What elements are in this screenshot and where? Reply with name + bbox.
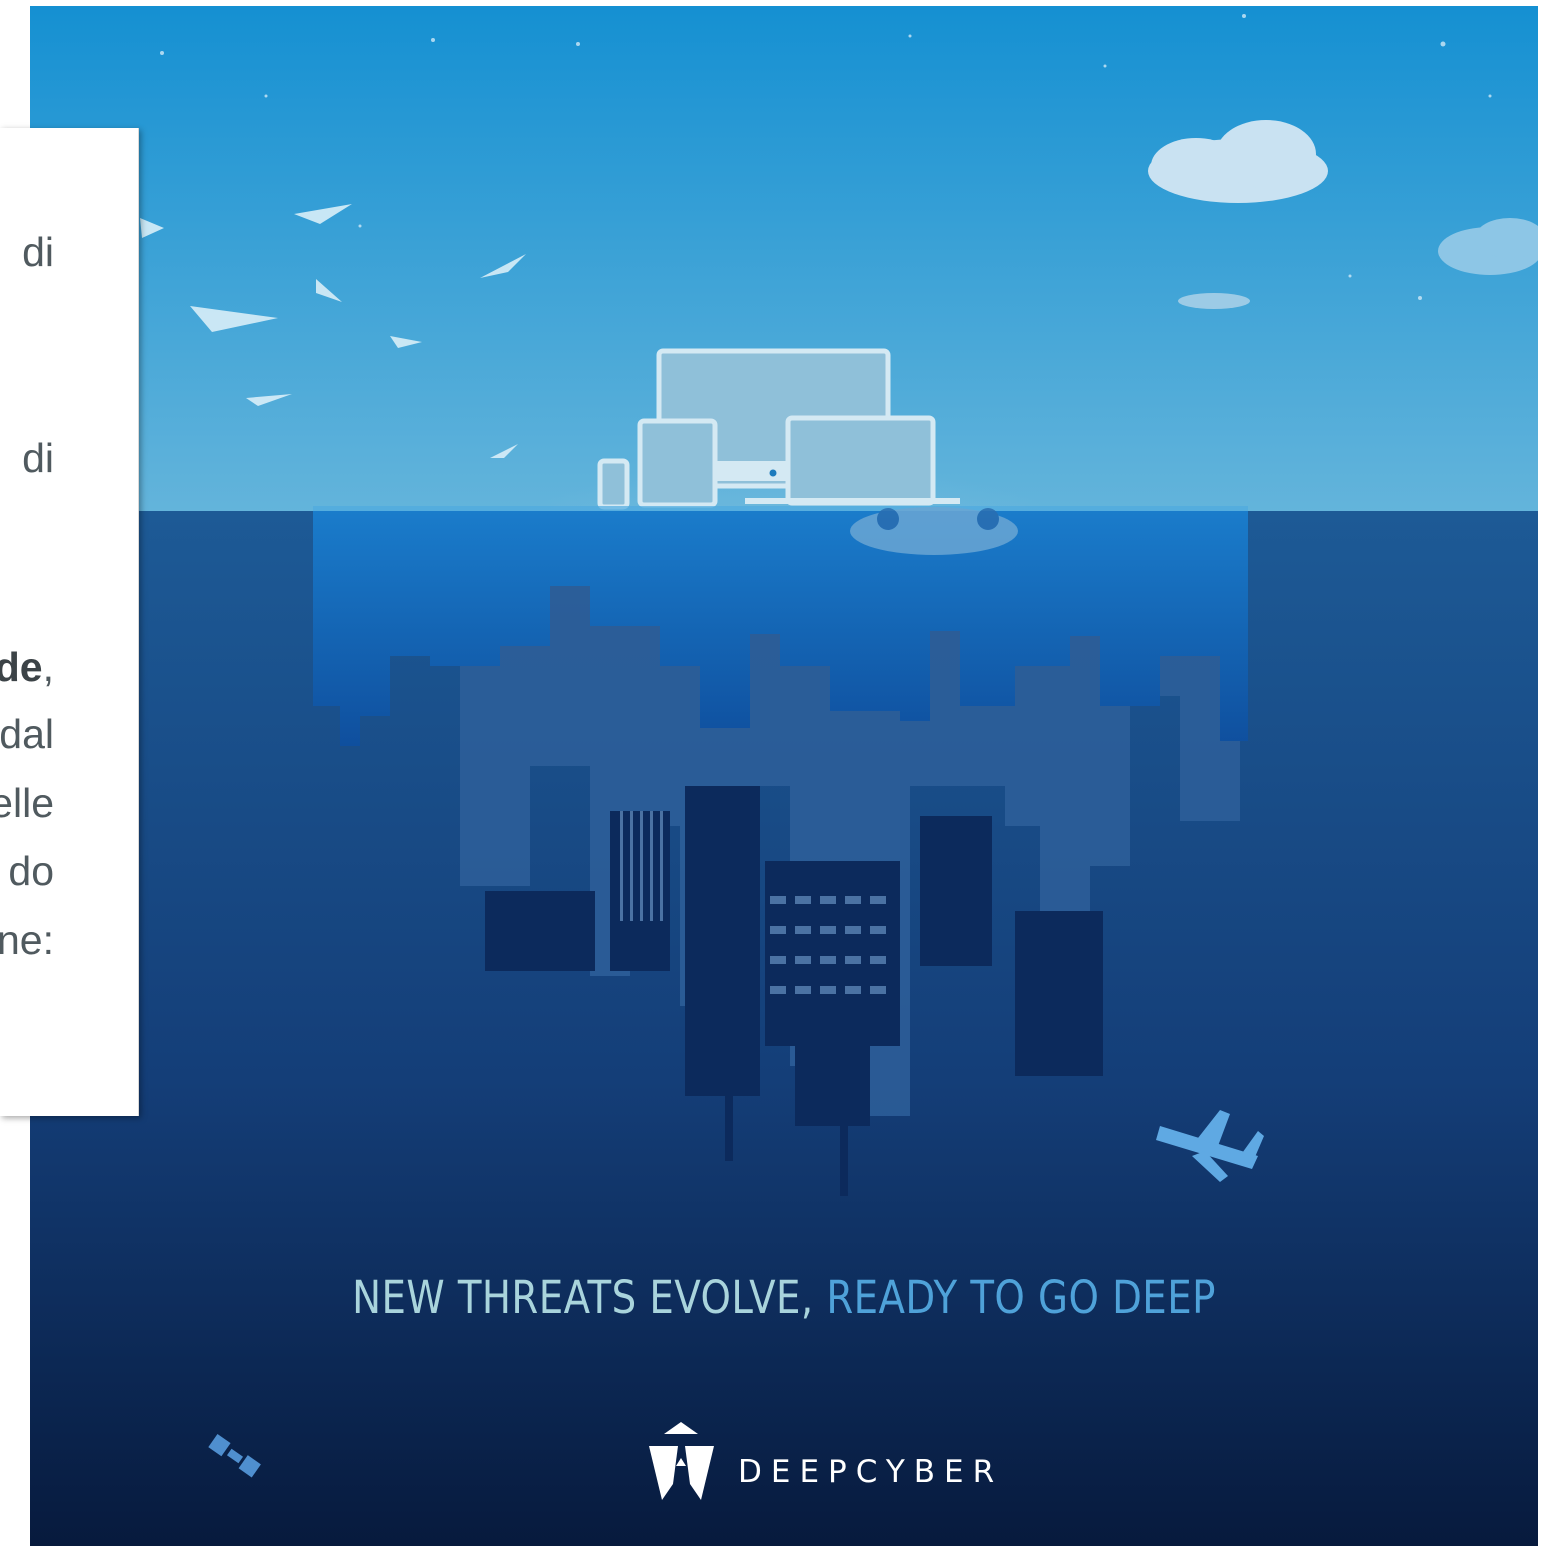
cloud-icon xyxy=(1178,293,1250,309)
text-fragment-bold: de, xyxy=(0,647,54,688)
poster-image: NEW THREATS EVOLVE, READY TO GO DEEP DEE… xyxy=(30,6,1538,1546)
comma: , xyxy=(42,644,54,690)
tagline-part1: NEW THREATS EVOLVE, xyxy=(352,1271,827,1324)
text-fragment: ne: xyxy=(0,917,54,963)
tagline-part2: READY TO GO DEEP xyxy=(826,1271,1216,1324)
side-text-panel: di di de, dal elle do ne: xyxy=(0,128,139,1116)
text-fragment: elle xyxy=(0,780,54,826)
laptop-icon xyxy=(785,415,936,506)
tagline: NEW THREATS EVOLVE, READY TO GO DEEP xyxy=(136,1271,1433,1324)
bold-word: de xyxy=(0,644,43,690)
text-fragment: do xyxy=(8,848,54,894)
phone-icon xyxy=(597,458,630,510)
text-fragment: di xyxy=(22,435,54,481)
car-reflection xyxy=(850,507,1018,555)
text-fragment: di xyxy=(22,229,54,275)
tablet-icon xyxy=(637,418,718,508)
brand-name: DEEPCYBER xyxy=(738,1454,1004,1490)
text-fragment: dal xyxy=(0,711,54,757)
